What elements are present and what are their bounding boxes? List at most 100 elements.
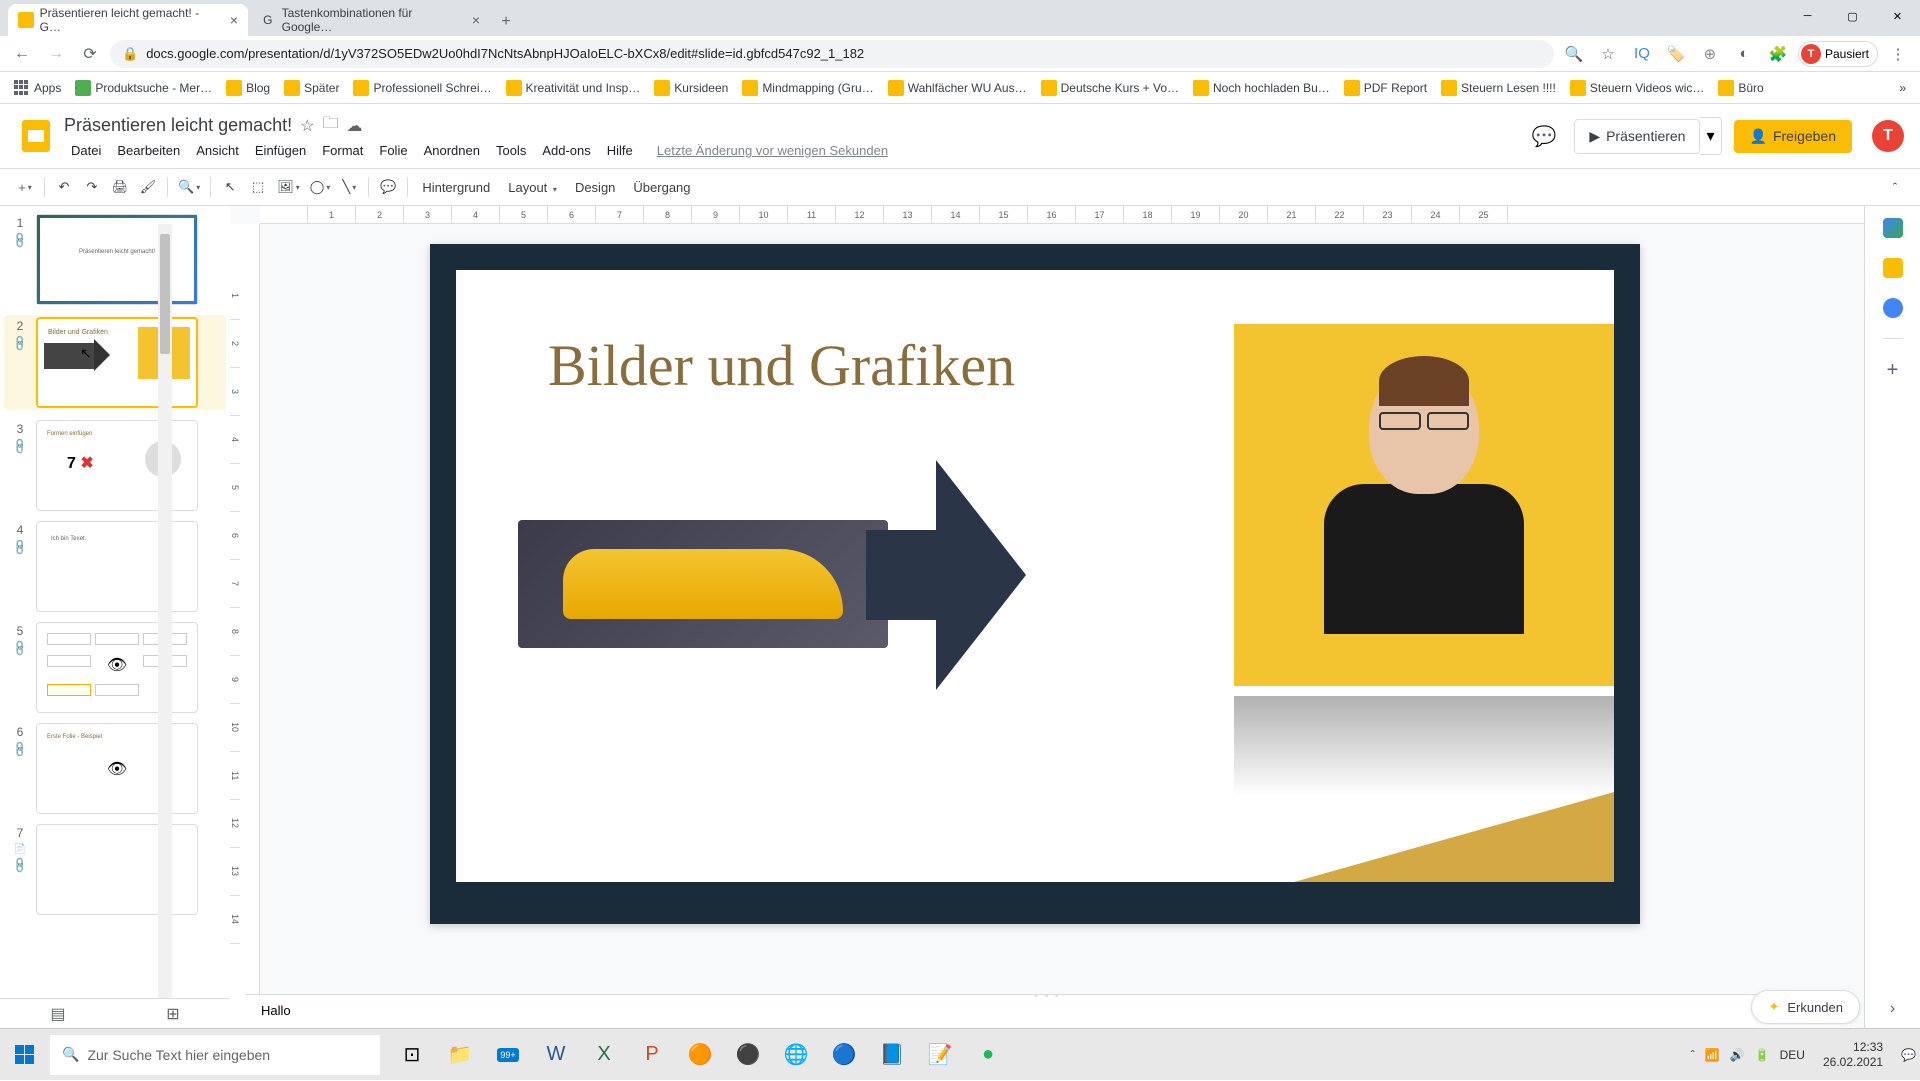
tasks-icon[interactable] xyxy=(1883,298,1903,318)
bookmark-item[interactable]: Noch hochladen Bu… xyxy=(1187,76,1336,100)
filmstrip-view-icon[interactable]: ▤ xyxy=(50,1004,65,1024)
new-slide-button[interactable]: +▾ xyxy=(12,174,38,200)
background-button[interactable]: Hintergrund xyxy=(414,176,498,199)
slide-thumbnail-3[interactable]: Formen einfügen 7 ✖ xyxy=(36,420,198,511)
windows-search[interactable]: 🔍 Zur Suche Text hier eingeben xyxy=(50,1035,380,1075)
powerpoint-icon[interactable]: P xyxy=(628,1029,676,1081)
mail-icon[interactable]: 99+ xyxy=(484,1029,532,1081)
app-icon[interactable]: 📘 xyxy=(868,1029,916,1081)
menu-format[interactable]: Format xyxy=(315,141,370,160)
file-explorer-icon[interactable]: 📁 xyxy=(436,1029,484,1081)
close-icon[interactable]: × xyxy=(472,12,480,28)
zoom-button[interactable]: 🔍▾ xyxy=(174,174,204,200)
slide-thumbnail-6[interactable]: Erste Folie - Beispiel 👁 xyxy=(36,723,198,814)
bookmark-item[interactable]: Büro xyxy=(1712,76,1769,100)
notepad-icon[interactable]: 📝 xyxy=(916,1029,964,1081)
document-title[interactable]: Präsentieren leicht gemacht! xyxy=(64,115,292,136)
present-button[interactable]: ▶ Präsentieren xyxy=(1574,119,1700,154)
transition-button[interactable]: Übergang xyxy=(625,176,698,199)
volume-icon[interactable]: 🔊 xyxy=(1730,1048,1745,1062)
notes-resize-handle[interactable]: • • • xyxy=(1034,991,1060,1002)
slide-thumbnail-2[interactable]: Bilder und Grafiken ↖ xyxy=(36,317,198,408)
extension-icon[interactable]: 🏷️ xyxy=(1662,40,1690,68)
slide-thumbnail-4[interactable]: Ich bin Texet. xyxy=(36,521,198,612)
menu-insert[interactable]: Einfügen xyxy=(248,141,313,160)
browser-tab[interactable]: G Tastenkombinationen für Google… × xyxy=(250,4,490,36)
bookmark-apps[interactable]: Apps xyxy=(8,76,67,100)
cloud-icon[interactable]: ☁ xyxy=(346,116,362,136)
undo-button[interactable]: ↶ xyxy=(51,174,77,200)
person-image[interactable] xyxy=(1234,324,1614,686)
extension-icon[interactable]: ◐ xyxy=(1730,40,1758,68)
bookmark-item[interactable]: Professionell Schrei… xyxy=(347,76,497,100)
panel-collapse[interactable]: › xyxy=(1890,1000,1895,1018)
shape-tool[interactable]: ◯▾ xyxy=(306,174,335,200)
bookmark-item[interactable]: Wahlfächer WU Aus… xyxy=(882,76,1033,100)
textbox-tool[interactable]: ⬚ xyxy=(245,174,271,200)
bookmark-item[interactable]: Deutsche Kurs + Vo… xyxy=(1035,76,1185,100)
bookmark-item[interactable]: Kursideen xyxy=(648,76,734,100)
zoom-icon[interactable]: 🔍 xyxy=(1560,40,1588,68)
start-button[interactable] xyxy=(0,1029,48,1081)
clock[interactable]: 12:33 26.02.2021 xyxy=(1815,1040,1891,1069)
slide-canvas-area[interactable]: 1234567891011121314151617181920212223242… xyxy=(230,206,1920,1028)
menu-view[interactable]: Ansicht xyxy=(189,141,246,160)
line-tool[interactable]: ╲▾ xyxy=(336,174,362,200)
menu-tools[interactable]: Tools xyxy=(489,141,533,160)
share-button[interactable]: 👤 Freigeben xyxy=(1734,120,1852,153)
redo-button[interactable]: ↷ xyxy=(79,174,105,200)
bookmark-item[interactable]: Mindmapping (Gru… xyxy=(736,76,879,100)
car-image[interactable] xyxy=(518,520,888,648)
slide-title-text[interactable]: Bilder und Grafiken xyxy=(548,332,1015,399)
maximize-button[interactable]: ▢ xyxy=(1830,0,1875,32)
back-button[interactable]: ← xyxy=(8,40,36,68)
close-button[interactable]: ✕ xyxy=(1875,0,1920,32)
extension-icon[interactable]: ⊕ xyxy=(1696,40,1724,68)
print-button[interactable]: 🖨 xyxy=(107,174,133,200)
slides-logo[interactable] xyxy=(16,116,56,156)
slide-filmstrip[interactable]: 1🔗 Präsentieren leicht gemacht! 2🔗 Bilde… xyxy=(0,206,230,1028)
new-tab-button[interactable]: + xyxy=(492,8,520,36)
select-tool[interactable]: ↖ xyxy=(217,174,243,200)
arrow-shape[interactable] xyxy=(866,460,1026,690)
slide-canvas[interactable]: Bilder und Grafiken xyxy=(430,244,1640,924)
word-icon[interactable]: W xyxy=(532,1029,580,1081)
menu-edit[interactable]: Bearbeiten xyxy=(110,141,187,160)
collapse-toolbar[interactable]: ˆ xyxy=(1882,174,1908,200)
comments-button[interactable]: 💬 xyxy=(1526,118,1562,154)
explore-button[interactable]: ✦ Erkunden xyxy=(1751,990,1860,1024)
star-icon[interactable]: ☆ xyxy=(1594,40,1622,68)
extension-icon[interactable]: IQ xyxy=(1628,40,1656,68)
task-view-button[interactable]: ⊡ xyxy=(388,1029,436,1081)
browser-tab-active[interactable]: Präsentieren leicht gemacht! - G… × xyxy=(8,4,248,36)
menu-arrange[interactable]: Anordnen xyxy=(417,141,487,160)
battery-icon[interactable]: 🔋 xyxy=(1755,1048,1770,1062)
menu-button[interactable]: ⋮ xyxy=(1884,40,1912,68)
calendar-icon[interactable] xyxy=(1883,218,1903,238)
last-edit-status[interactable]: Letzte Änderung vor wenigen Sekunden xyxy=(650,141,895,160)
slide-thumbnail-7[interactable] xyxy=(36,824,198,915)
bookmark-item[interactable]: Steuern Videos wic… xyxy=(1564,76,1711,100)
tray-expand[interactable]: ˆ xyxy=(1691,1048,1695,1062)
language-indicator[interactable]: DEU xyxy=(1780,1048,1805,1062)
menu-help[interactable]: Hilfe xyxy=(600,141,640,160)
design-button[interactable]: Design xyxy=(567,176,623,199)
url-input[interactable]: 🔒 docs.google.com/presentation/d/1yV372S… xyxy=(110,40,1554,68)
spotify-icon[interactable]: ● xyxy=(964,1029,1012,1081)
filmstrip-scrollbar[interactable] xyxy=(158,224,172,1028)
minimize-button[interactable]: ─ xyxy=(1785,0,1830,32)
comment-tool[interactable]: 💬 xyxy=(375,174,401,200)
excel-icon[interactable]: X xyxy=(580,1029,628,1081)
extensions-button[interactable]: 🧩 xyxy=(1764,40,1792,68)
image-tool[interactable]: 🖼▾ xyxy=(273,174,304,200)
bookmark-item[interactable]: Blog xyxy=(220,76,276,100)
app-icon[interactable]: 🟠 xyxy=(676,1029,724,1081)
obs-icon[interactable]: ⚫ xyxy=(724,1029,772,1081)
notes-text[interactable]: Hallo xyxy=(261,1003,291,1018)
menu-file[interactable]: Datei xyxy=(64,141,108,160)
present-dropdown[interactable]: ▾ xyxy=(1700,117,1721,155)
close-icon[interactable]: × xyxy=(230,12,238,28)
bookmark-item[interactable]: Produktsuche - Mer… xyxy=(69,76,218,100)
reflection-image[interactable] xyxy=(1234,696,1614,796)
move-icon[interactable]: 🗀 xyxy=(322,112,338,139)
